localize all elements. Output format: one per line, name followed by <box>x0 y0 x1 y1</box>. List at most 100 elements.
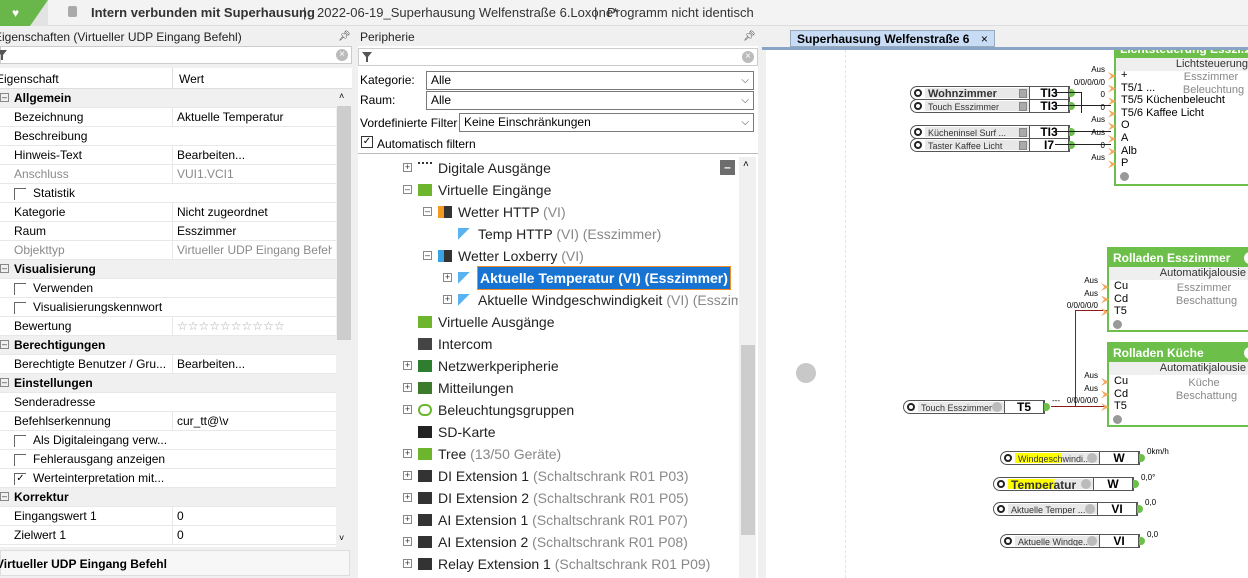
property-row[interactable]: ✓ Werteinterpretation mit... <box>0 469 336 488</box>
gear-icon[interactable] <box>914 102 922 110</box>
tree-item[interactable]: + Mitteilungen <box>358 377 738 399</box>
tree-item-label[interactable]: AI Extension 1 (Schaltschrank R01 P07) <box>438 509 688 531</box>
property-value[interactable]: Nicht zugeordnet <box>172 203 332 221</box>
property-row[interactable]: Eingangswert 1 0 <box>0 507 336 526</box>
more-icon[interactable] <box>1087 453 1097 463</box>
tree-item-label[interactable]: Relay Extension 1 (Schaltschrank R01 P09… <box>438 553 710 575</box>
property-value[interactable]: cur_tt@\v <box>172 412 332 430</box>
collapse-icon[interactable]: – <box>0 340 9 349</box>
tree-item-label[interactable]: Aktuelle Windgeschwindigkeit (VI) (Esszi… <box>478 289 738 311</box>
periphery-filter-input[interactable]: × <box>358 48 758 66</box>
toggle-icon[interactable] <box>1019 89 1027 98</box>
tree-item[interactable]: Virtuelle Ausgänge <box>358 311 738 333</box>
tree-item[interactable]: + AI Extension 2 (Schaltschrank R01 P08) <box>358 531 738 553</box>
expand-icon[interactable]: + <box>403 515 412 524</box>
collapse-icon[interactable]: – <box>0 492 9 501</box>
program-canvas[interactable]: Wohnzimmer TI3 Touch Esszimmer TI3 Küchenins… <box>766 50 1248 578</box>
clear-filter-icon[interactable]: × <box>336 49 348 61</box>
expand-icon[interactable]: + <box>403 471 412 480</box>
add-input-icon[interactable] <box>1120 171 1129 181</box>
property-section[interactable]: – Einstellungen <box>0 374 336 393</box>
tab-program[interactable]: Superhausung Welfenstraße 6 × <box>790 30 995 47</box>
property-row[interactable]: Objekttyp Virtueller UDP Eingang Befehl <box>0 241 336 260</box>
expand-icon[interactable]: + <box>443 295 452 304</box>
tree-item-label[interactable]: DI Extension 2 (Schaltschrank R01 P05) <box>438 487 689 509</box>
property-row[interactable]: Bewertung ☆☆☆☆☆☆☆☆☆☆ <box>0 317 336 336</box>
property-section[interactable]: – Korrektur <box>0 488 336 507</box>
properties-scrollbar[interactable]: ˄ ˅ <box>336 89 352 547</box>
tree-item-label[interactable]: Beleuchtungsgruppen <box>438 399 574 421</box>
tree-item-label[interactable]: Netzwerkperipherie <box>438 355 559 377</box>
tree-item-label[interactable]: Aktuelle Temperatur (VI) (Esszimmer) <box>477 266 731 290</box>
clear-filter-icon[interactable]: × <box>742 51 754 63</box>
tree-item[interactable]: Intercom <box>358 333 738 355</box>
toggle-icon[interactable] <box>1019 128 1027 137</box>
collapse-icon[interactable]: – <box>0 378 9 387</box>
property-value[interactable]: Virtueller UDP Eingang Befehl <box>172 241 332 259</box>
tree-item-label[interactable]: Digitale Ausgänge <box>438 157 551 179</box>
tree-item[interactable]: + DI Extension 2 (Schaltschrank R01 P05) <box>358 487 738 509</box>
output-connector[interactable] <box>1139 537 1145 545</box>
gear-icon[interactable] <box>1004 537 1012 545</box>
tree-item[interactable]: SD-Karte <box>358 421 738 443</box>
property-checkbox[interactable] <box>14 282 26 295</box>
properties-filter-input[interactable]: × <box>0 46 352 64</box>
property-value[interactable]: Bearbeiten... <box>172 146 332 164</box>
expand-icon[interactable]: + <box>403 383 412 392</box>
property-value[interactable]: 0 <box>172 526 332 544</box>
gear-icon[interactable] <box>1004 454 1012 462</box>
tree-item-label[interactable]: Mitteilungen <box>438 377 514 399</box>
function-block[interactable]: Rolladen Küche Automatikjalousie Küche Besc… <box>1107 342 1248 427</box>
block-input[interactable]: Cu <box>1114 280 1128 292</box>
scrollbar-thumb[interactable] <box>337 106 351 340</box>
block-input[interactable]: T5 <box>1114 400 1127 412</box>
tree-item-label[interactable]: Wetter HTTP (VI) <box>458 201 566 223</box>
property-checkbox[interactable]: ✓ <box>14 472 26 485</box>
block-reference[interactable]: Aktuelle Windge... VI 0,0 <box>1000 530 1158 548</box>
property-row[interactable]: Verwenden <box>0 279 336 298</box>
tree-item-label[interactable]: Tree (13/50 Geräte) <box>438 443 561 465</box>
add-input-icon[interactable] <box>1113 319 1122 329</box>
property-section[interactable]: – Visualisierung <box>0 260 336 279</box>
tree-item-label[interactable]: Intercom <box>438 333 492 355</box>
tree-item[interactable]: + Tree (13/50 Geräte) <box>358 443 738 465</box>
property-value[interactable]: Esszimmer <box>172 222 332 240</box>
block-reference[interactable]: Aktuelle Temper ... VI 0,0 <box>993 498 1156 516</box>
property-section[interactable]: – Berechtigungen <box>0 336 336 355</box>
property-checkbox[interactable] <box>14 434 26 447</box>
block-input[interactable]: A <box>1121 132 1129 144</box>
property-row[interactable]: Berechtigte Benutzer / Gru... Bearbeiten.… <box>0 355 336 374</box>
add-input-icon[interactable] <box>1113 414 1122 424</box>
property-value[interactable]: 0 <box>172 507 332 525</box>
tree-item[interactable]: + Digitale Ausgänge <box>358 157 738 179</box>
page-marker[interactable] <box>796 363 816 383</box>
scroll-up-icon[interactable]: ˄ <box>339 91 344 101</box>
property-row[interactable]: Befehlserkennung cur_tt@\v <box>0 412 336 431</box>
property-row[interactable]: Raum Esszimmer <box>0 222 336 241</box>
tree-item[interactable]: + Beleuchtungsgruppen <box>358 399 738 421</box>
output-connector[interactable] <box>1137 505 1143 513</box>
property-row[interactable]: Kategorie Nicht zugeordnet <box>0 203 336 222</box>
tree-item[interactable]: + Relay Extension 1 (Schaltschrank R01 P0… <box>358 553 738 575</box>
gear-icon[interactable] <box>907 403 915 411</box>
pin-icon[interactable]: 📌︎ <box>743 31 756 42</box>
property-row[interactable]: Visualisierungskennwort <box>0 298 336 317</box>
gear-icon[interactable] <box>914 141 922 149</box>
block-reference[interactable]: Windgeschwindi... W 0km/h <box>1000 447 1169 465</box>
gear-icon[interactable] <box>914 89 922 97</box>
toggle-icon[interactable] <box>1019 102 1027 111</box>
block-input[interactable]: T5/5 Küchenbeleucht <box>1121 94 1225 107</box>
rating-stars[interactable]: ☆☆☆☆☆☆☆☆☆☆ <box>172 317 332 335</box>
collapse-icon[interactable]: – <box>423 251 432 260</box>
column-header-key[interactable]: Eigenschaft <box>0 72 59 86</box>
tree-item[interactable]: + Netzwerkperipherie <box>358 355 738 377</box>
gear-icon[interactable] <box>997 480 1005 488</box>
function-block[interactable]: Rolladen Esszimmer Automatikjalousie Esszi… <box>1107 247 1248 332</box>
expand-icon[interactable]: + <box>403 449 412 458</box>
gear-icon[interactable] <box>997 505 1005 513</box>
property-checkbox[interactable] <box>14 301 26 314</box>
toggle-icon[interactable] <box>1019 141 1027 150</box>
tree-item[interactable]: – Virtuelle Eingänge <box>358 179 738 201</box>
tree-item[interactable]: + AI Extension 1 (Schaltschrank R01 P07) <box>358 509 738 531</box>
property-row[interactable]: Anschluss VUI1.VCI1 <box>0 165 336 184</box>
